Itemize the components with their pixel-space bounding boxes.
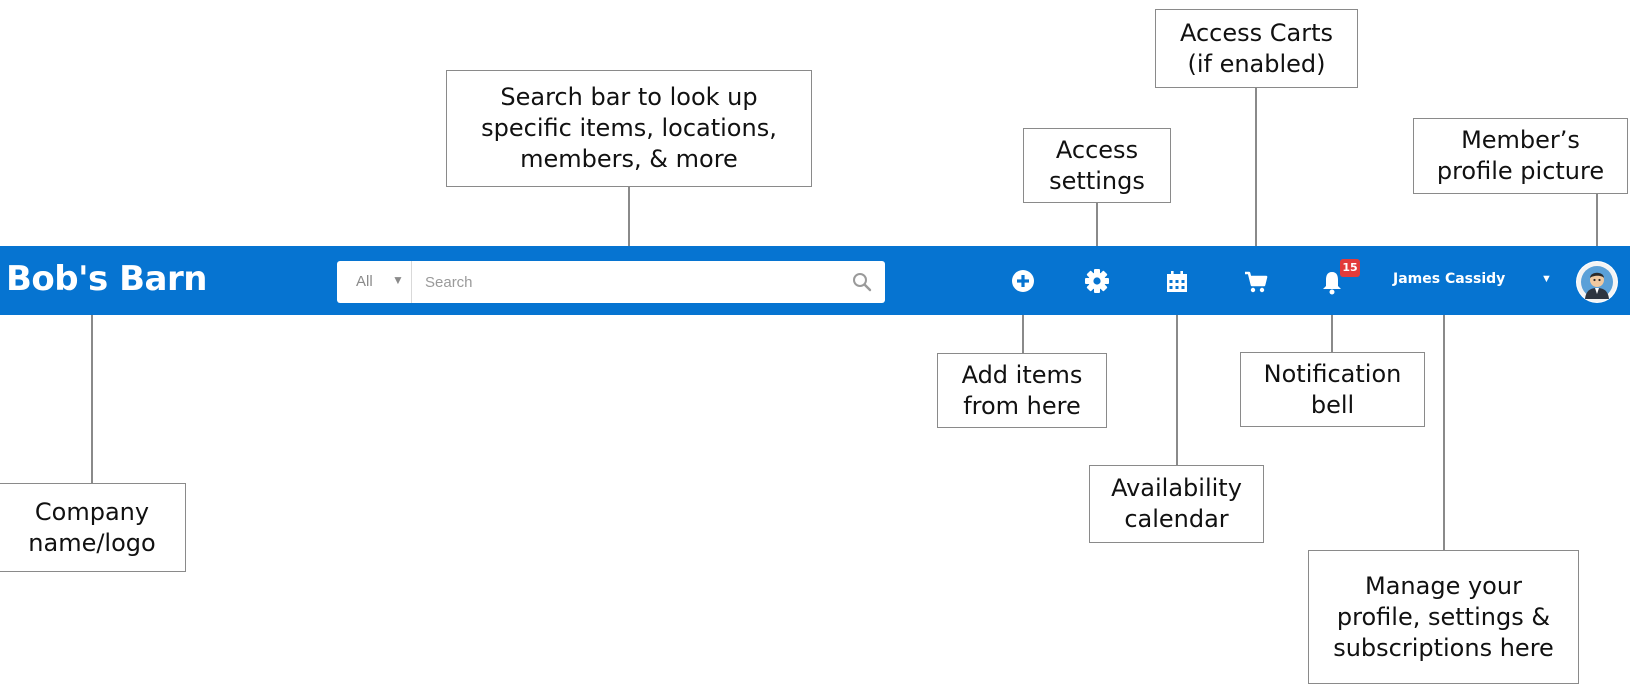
notification-bell-callout: Notification bell	[1240, 352, 1425, 427]
profile-picture-callout: Member’s profile picture	[1413, 118, 1628, 194]
carts-callout: Access Carts (if enabled)	[1155, 9, 1358, 88]
availability-calendar-callout: Availability calendar	[1089, 465, 1264, 543]
search-icon[interactable]	[851, 271, 875, 293]
calendar-icon[interactable]	[1161, 266, 1193, 298]
manage-callout-line	[1443, 284, 1445, 550]
calendar-callout-line	[1176, 299, 1178, 465]
company-logo[interactable]: Bob's Barn	[6, 256, 207, 302]
add-items-callout: Add items from here	[937, 353, 1107, 428]
search-scope-dropdown[interactable]: All ▼	[337, 261, 412, 303]
manage-profile-callout: Manage your profile, settings & subscrip…	[1308, 550, 1579, 684]
company-name-callout: Company name/logo	[0, 483, 186, 572]
cart-icon[interactable]	[1240, 266, 1272, 298]
top-navbar: Bob's Barn All ▼ Search 15 James Cassidy…	[0, 246, 1630, 315]
user-menu-name[interactable]: James Cassidy	[1393, 271, 1505, 287]
caret-down-icon[interactable]: ▼	[1541, 273, 1552, 285]
search-bar-callout: Search bar to look up specific items, lo…	[446, 70, 812, 187]
search-scope-label: All	[356, 273, 373, 290]
caret-down-icon: ▼	[392, 273, 404, 287]
search-bar: All ▼	[337, 261, 885, 303]
settings-callout: Access settings	[1023, 128, 1171, 203]
notification-count-badge: 15	[1340, 259, 1360, 277]
company-callout-line	[91, 315, 93, 483]
add-icon[interactable]	[1008, 266, 1040, 298]
search-input[interactable]	[413, 261, 833, 303]
gear-icon[interactable]	[1082, 266, 1114, 298]
avatar[interactable]	[1576, 261, 1618, 303]
